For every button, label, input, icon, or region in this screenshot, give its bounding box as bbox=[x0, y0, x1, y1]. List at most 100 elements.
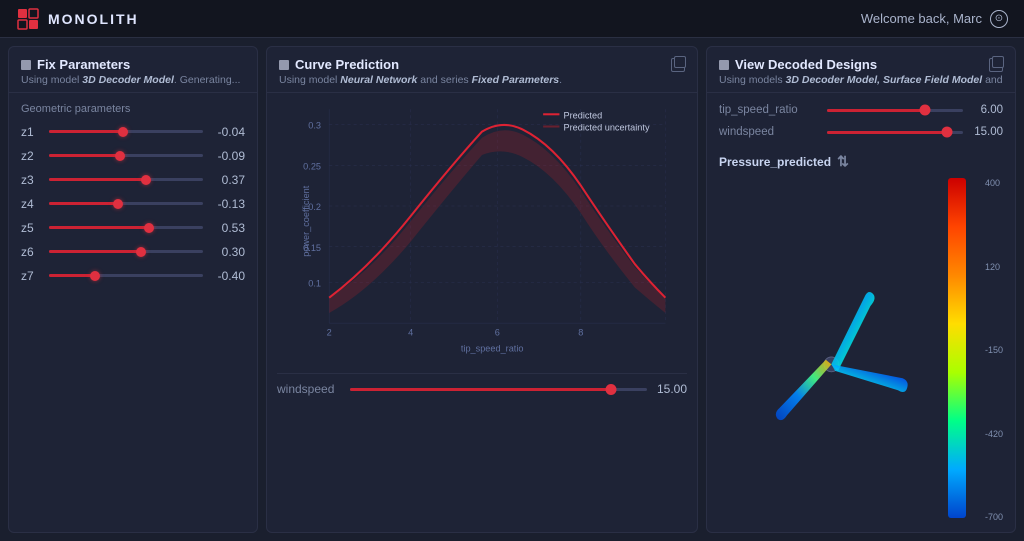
param-row-z1: z1 -0.04 bbox=[21, 125, 245, 139]
param-fill-z4 bbox=[49, 202, 118, 205]
svg-text:tip_speed_ratio: tip_speed_ratio bbox=[461, 344, 524, 354]
param-thumb-z6 bbox=[136, 247, 146, 257]
view-decoded-panel: View Decoded Designs Using models 3D Dec… bbox=[706, 46, 1016, 533]
param-thumb-z7 bbox=[90, 271, 100, 281]
param-row-z4: z4-0.13 bbox=[21, 197, 245, 211]
logo-area: MONOLITH bbox=[16, 7, 139, 31]
param-slider-z1[interactable] bbox=[49, 130, 203, 134]
svg-text:0.25: 0.25 bbox=[303, 161, 321, 171]
svg-text:0.3: 0.3 bbox=[308, 121, 321, 131]
curve-panel-header: Curve Prediction Using model Neural Netw… bbox=[267, 47, 697, 93]
param-slider-z6[interactable] bbox=[49, 250, 203, 254]
view-panel-header: View Decoded Designs Using models 3D Dec… bbox=[707, 47, 1015, 93]
nav-right: Welcome back, Marc ⊙ bbox=[861, 10, 1008, 28]
param-value-z3: 0.37 bbox=[209, 173, 245, 187]
ctrl-value-windspeed: 15.00 bbox=[971, 126, 1003, 138]
param-label-z6: z6 bbox=[21, 245, 43, 259]
viz-label: Pressure_predicted bbox=[719, 155, 831, 169]
param-row-z2: z2-0.09 bbox=[21, 149, 245, 163]
ctrl-track-tip_speed_ratio bbox=[827, 109, 963, 112]
curve-prediction-panel: Curve Prediction Using model Neural Netw… bbox=[266, 46, 698, 533]
ctrl-slider-tip_speed_ratio[interactable] bbox=[827, 103, 963, 117]
fix-panel-body: Geometric parameters z1 -0.04 z2-0.09 z3 0.3… bbox=[9, 93, 257, 532]
curve-title-icon bbox=[279, 60, 289, 70]
control-row-windspeed: windspeed 15.00 bbox=[719, 125, 1003, 139]
svg-text:4: 4 bbox=[408, 327, 413, 337]
param-slider-z3[interactable] bbox=[49, 178, 203, 182]
geometric-params-label: Geometric parameters bbox=[21, 103, 245, 115]
param-rows-container: z1-0.04z2-0.09z30.37z4-0.13z50.53z60.30z… bbox=[21, 125, 245, 283]
swap-icon[interactable]: ⇅ bbox=[837, 153, 849, 170]
chart-area: 0.1 0.15 0.2 0.25 0.3 2 4 6 8 power_coef… bbox=[277, 99, 687, 369]
curve-panel-subtitle: Using model Neural Network and series Fi… bbox=[279, 74, 685, 86]
param-slider-z5[interactable] bbox=[49, 226, 203, 230]
param-fill-z5 bbox=[49, 226, 149, 229]
param-row-z3: z3 0.37 bbox=[21, 173, 245, 187]
param-fill-z7 bbox=[49, 274, 95, 277]
svg-text:Predicted uncertainty: Predicted uncertainty bbox=[564, 123, 650, 133]
view-controls: tip_speed_ratio6.00windspeed15.00 bbox=[719, 103, 1003, 147]
param-thumb-z1 bbox=[118, 127, 128, 137]
param-slider-z7[interactable] bbox=[49, 274, 203, 278]
user-icon[interactable]: ⊙ bbox=[990, 10, 1008, 28]
curve-panel-title: Curve Prediction bbox=[279, 57, 685, 72]
fix-title-icon bbox=[21, 60, 31, 70]
param-label-z2: z2 bbox=[21, 149, 43, 163]
param-slider-z4[interactable] bbox=[49, 202, 203, 206]
ctrl-fill-tip_speed_ratio bbox=[827, 109, 925, 112]
curve-chart: 0.1 0.15 0.2 0.25 0.3 2 4 6 8 power_coef… bbox=[277, 99, 687, 369]
ctrl-label-tip_speed_ratio: tip_speed_ratio bbox=[719, 104, 819, 116]
svg-text:Predicted: Predicted bbox=[564, 110, 603, 120]
logo-icon bbox=[16, 7, 40, 31]
param-value-z5: 0.53 bbox=[209, 221, 245, 235]
svg-text:power_coefficient: power_coefficient bbox=[301, 185, 311, 257]
viz-label-row: Pressure_predicted ⇅ bbox=[719, 153, 1003, 170]
fix-parameters-panel: Fix Parameters Using model 3D Decoder Mo… bbox=[8, 46, 258, 533]
windspeed-value: 15.00 bbox=[655, 382, 687, 396]
param-slider-z2[interactable] bbox=[49, 154, 203, 158]
param-label-z5: z5 bbox=[21, 221, 43, 235]
windspeed-row: windspeed 15.00 bbox=[277, 373, 687, 396]
param-fill-z6 bbox=[49, 250, 141, 253]
windspeed-slider[interactable] bbox=[350, 388, 647, 391]
fix-panel-subtitle: Using model 3D Decoder Model. Generating… bbox=[21, 74, 245, 86]
param-track-z3 bbox=[49, 178, 203, 181]
ctrl-thumb-windspeed bbox=[941, 127, 952, 138]
param-thumb-z2 bbox=[115, 151, 125, 161]
colorbar bbox=[935, 178, 979, 522]
view-copy-icon[interactable] bbox=[989, 58, 1003, 72]
param-value-z1: -0.04 bbox=[209, 125, 245, 139]
windspeed-fill bbox=[350, 388, 611, 391]
param-thumb-z5 bbox=[144, 223, 154, 233]
param-track-z1 bbox=[49, 130, 203, 133]
main-content: Fix Parameters Using model 3D Decoder Mo… bbox=[0, 38, 1024, 541]
view-title-icon bbox=[719, 60, 729, 70]
colorbar-gradient bbox=[948, 178, 966, 518]
svg-text:0.1: 0.1 bbox=[308, 278, 321, 288]
param-value-z4: -0.13 bbox=[209, 197, 245, 211]
viz-container: 400 120 -150 -420 -700 bbox=[719, 178, 1003, 522]
param-value-z6: 0.30 bbox=[209, 245, 245, 259]
ctrl-slider-windspeed[interactable] bbox=[827, 125, 963, 139]
app-name: MONOLITH bbox=[48, 11, 139, 27]
param-thumb-z3 bbox=[141, 175, 151, 185]
copy-icon[interactable] bbox=[671, 58, 685, 72]
param-fill-z3 bbox=[49, 178, 146, 181]
windspeed-thumb bbox=[606, 384, 617, 395]
colorbar-values: 400 120 -150 -420 -700 bbox=[985, 178, 1003, 522]
blade-visualization bbox=[719, 178, 929, 522]
curve-panel-body: 0.1 0.15 0.2 0.25 0.3 2 4 6 8 power_coef… bbox=[267, 93, 697, 532]
view-panel-body: tip_speed_ratio6.00windspeed15.00 Pressu… bbox=[707, 93, 1015, 532]
param-label-z3: z3 bbox=[21, 173, 43, 187]
param-fill-z2 bbox=[49, 154, 120, 157]
welcome-text: Welcome back, Marc bbox=[861, 11, 982, 26]
param-thumb-z4 bbox=[113, 199, 123, 209]
param-track-z6 bbox=[49, 250, 203, 253]
param-label-z1: z1 bbox=[21, 125, 43, 139]
param-track-z4 bbox=[49, 202, 203, 205]
param-row-z6: z6 0.30 bbox=[21, 245, 245, 259]
ctrl-label-windspeed: windspeed bbox=[719, 126, 819, 138]
svg-text:6: 6 bbox=[495, 327, 500, 337]
windspeed-track bbox=[350, 388, 647, 391]
param-track-z7 bbox=[49, 274, 203, 277]
